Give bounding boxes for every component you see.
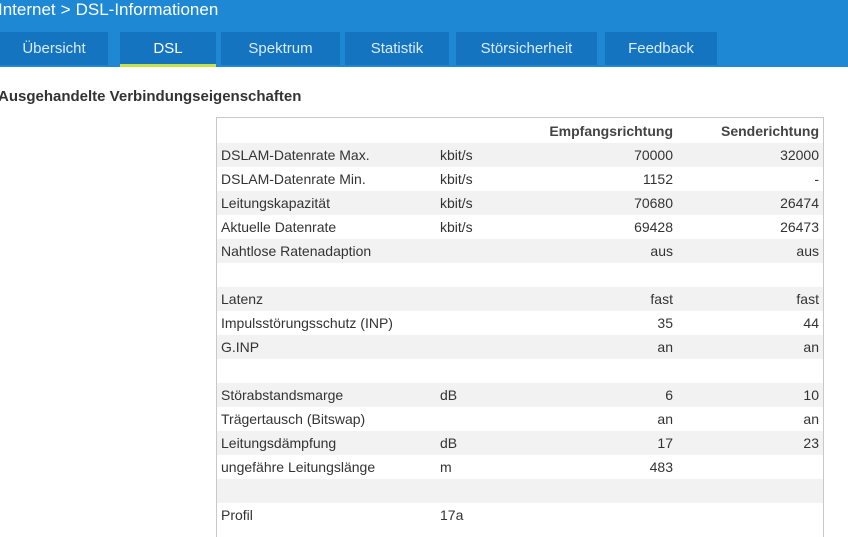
row-value-upstream: 32000: [780, 147, 819, 163]
tab-label: Übersicht: [22, 40, 86, 57]
row-label: Leitungskapazität: [221, 195, 330, 211]
connection-properties-table: Empfangsrichtung Senderichtung DSLAM-Dat…: [216, 117, 824, 537]
row-value-upstream: 26474: [780, 195, 819, 211]
row-value-downstream: 17: [657, 435, 673, 451]
row-label: Störabstandsmarge: [221, 387, 344, 403]
row-unit: kbit/s: [440, 219, 473, 235]
tab-spektrum[interactable]: Spektrum: [221, 32, 340, 65]
top-header: Internet > DSL-Informationen Übersicht D…: [0, 0, 848, 67]
tab-feedback[interactable]: Feedback: [605, 32, 717, 65]
table-row: Störabstandsmarge dB 6 10: [217, 383, 823, 407]
table-row: ungefähre Leitungslänge m 483: [217, 455, 823, 479]
row-value-upstream: aus: [796, 243, 819, 259]
row-value-downstream: an: [657, 339, 673, 355]
row-value-upstream: 10: [803, 387, 819, 403]
row-value-downstream: 69428: [634, 219, 673, 235]
tab-label: Störsicherheit: [480, 40, 573, 57]
row-unit: kbit/s: [440, 171, 473, 187]
tab-uebersicht[interactable]: Übersicht: [0, 32, 108, 65]
row-unit: dB: [440, 387, 458, 403]
table-row: DSLAM-Datenrate Min. kbit/s 1152 -: [217, 167, 823, 191]
row-label: Aktuelle Datenrate: [221, 219, 337, 235]
row-unit: kbit/s: [440, 147, 473, 163]
table-row: [217, 359, 823, 383]
tab-label: Feedback: [628, 40, 694, 57]
row-value-downstream: an: [657, 411, 673, 427]
column-header-upstream: Senderichtung: [720, 123, 819, 139]
row-value-downstream: 6: [665, 387, 673, 403]
row-unit: dB: [440, 435, 458, 451]
table-row: Leitungskapazität kbit/s 70680 26474: [217, 191, 823, 215]
table-row: Aktuelle Datenrate kbit/s 69428 26473: [217, 215, 823, 239]
row-label: Impulsstörungsschutz (INP): [221, 315, 393, 331]
row-value-upstream: 44: [803, 315, 819, 331]
row-label: Nahtlose Ratenadaption: [221, 243, 372, 259]
row-value-downstream: 483: [649, 459, 673, 475]
row-label: Profil: [221, 507, 253, 523]
breadcrumb-item-dsl-informationen: DSL-Informationen: [75, 0, 219, 19]
row-value-downstream: 35: [657, 315, 673, 331]
table-row: [217, 479, 823, 503]
row-unit: kbit/s: [440, 195, 473, 211]
table-row: Nahtlose Ratenadaption aus aus: [217, 239, 823, 263]
tab-dsl[interactable]: DSL: [120, 32, 216, 67]
row-unit: m: [440, 459, 452, 475]
row-label: DSLAM-Datenrate Max.: [221, 147, 370, 163]
row-value-downstream: 1152: [642, 171, 673, 187]
table-row: Trägertausch (Bitswap) an an: [217, 407, 823, 431]
row-value-downstream: fast: [650, 291, 673, 307]
table-row: Profil 17a: [217, 503, 823, 527]
tab-statistik[interactable]: Statistik: [345, 32, 449, 65]
section-title: Ausgehandelte Verbindungseigenschaften: [0, 88, 302, 105]
row-value-upstream: fast: [796, 291, 819, 307]
row-value-upstream: 26473: [780, 219, 819, 235]
table-row: [217, 263, 823, 287]
column-header-downstream: Empfangsrichtung: [549, 123, 673, 139]
row-value-downstream: 70680: [634, 195, 673, 211]
row-value-downstream: aus: [650, 243, 673, 259]
table-row: Leitungsdämpfung dB 17 23: [217, 431, 823, 455]
row-value-upstream: -: [814, 171, 819, 187]
row-label: Trägertausch (Bitswap): [221, 411, 366, 427]
tab-stoersicherheit[interactable]: Störsicherheit: [456, 32, 597, 65]
row-value-upstream: an: [803, 339, 819, 355]
row-unit: 17a: [440, 507, 464, 523]
breadcrumb: Internet > DSL-Informationen: [0, 0, 218, 23]
row-label: ungefähre Leitungslänge: [221, 459, 376, 475]
active-tab-indicator: [120, 64, 216, 67]
tab-label: Statistik: [370, 40, 424, 57]
table-row: Impulsstörungsschutz (INP) 35 44: [217, 311, 823, 335]
breadcrumb-item-internet[interactable]: Internet: [0, 0, 56, 20]
row-label: G.INP: [221, 339, 260, 355]
tab-label: Spektrum: [248, 40, 313, 57]
table-row: Latenz fast fast: [217, 287, 823, 311]
row-value-upstream: 23: [803, 435, 819, 451]
table-row: G.INP an an: [217, 335, 823, 359]
row-label: DSLAM-Datenrate Min.: [221, 171, 366, 187]
tab-label: DSL: [153, 40, 183, 57]
table-row: DSLAM-Datenrate Max. kbit/s 70000 32000: [217, 143, 823, 167]
row-value-upstream: an: [803, 411, 819, 427]
table-header-row: Empfangsrichtung Senderichtung: [217, 119, 823, 143]
row-label: Latenz: [221, 291, 264, 307]
row-value-downstream: 70000: [634, 147, 673, 163]
chevron-right-icon: >: [60, 0, 71, 19]
row-label: Leitungsdämpfung: [221, 435, 337, 451]
